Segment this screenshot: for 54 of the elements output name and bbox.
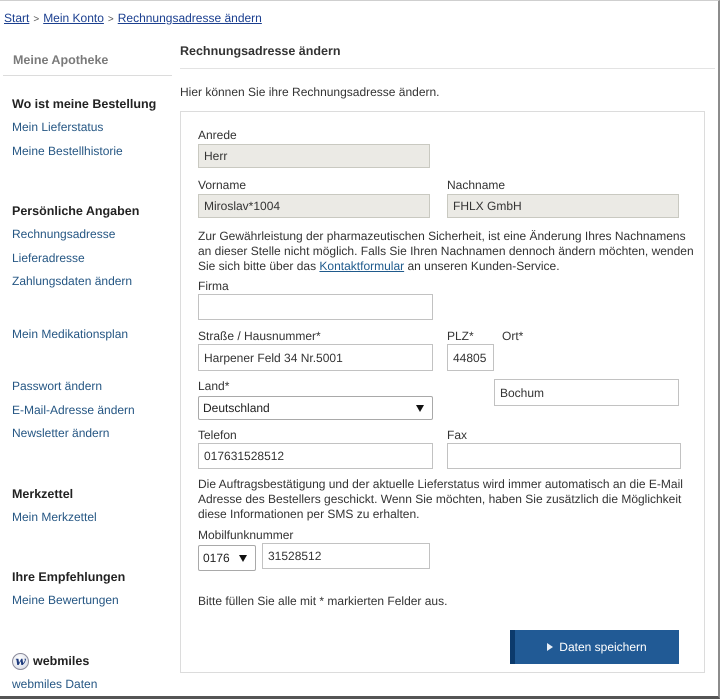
sidebar-link[interactable]: Passwort ändern <box>12 375 102 398</box>
caret-icon <box>239 554 247 562</box>
sidebar-heading: Wo ist meine Bestellung <box>12 96 158 113</box>
zip-field[interactable]: 44805 <box>447 344 494 371</box>
sidebar-link[interactable]: Lieferadresse <box>12 246 85 270</box>
sidebar-link[interactable]: Zahlungsdaten ändern <box>12 270 132 294</box>
sidebar-heading: Ihre Empfehlungen <box>12 569 126 586</box>
sidebar-link[interactable]: Mein Merkzettel <box>12 506 97 529</box>
mobile-number-field[interactable]: 31528512 <box>262 543 430 569</box>
city-field[interactable]: Bochum <box>494 379 679 406</box>
sms-notice-text: Die Auftragsbestätigung und der aktuelle Lieferstatus wird immer automatisch an die E-Mail Adresse des Bestellers geschickt. Wenn Sie möchten, haben Sie zusätzlich die Möglichkeit diese Informationen per SMS zu erhalten. <box>198 477 684 522</box>
field-label: Vorname <box>198 178 246 193</box>
breadcrumb-separator: > <box>108 13 114 27</box>
field-label: Straße / Hausnummer* <box>198 329 321 344</box>
breadcrumb-link[interactable]: Mein Konto <box>43 10 104 26</box>
sidebar-link[interactable]: webmiles Daten <box>12 672 98 696</box>
field-label: Fax <box>447 428 468 443</box>
breadcrumb-link[interactable]: Rechnungsadresse ändern <box>118 10 262 26</box>
company-field[interactable] <box>198 294 433 320</box>
field-label: Ort* <box>502 329 524 344</box>
save-button[interactable]: Daten speichern <box>510 630 679 664</box>
prefix-select[interactable]: 0176 <box>198 545 256 571</box>
play-icon <box>547 643 554 651</box>
field-label: PLZ* <box>447 329 474 344</box>
field-label: Mobilfunknummer <box>198 528 294 543</box>
breadcrumb-separator: > <box>33 13 40 27</box>
caret-icon <box>416 404 424 412</box>
field-label: Anrede <box>198 128 237 143</box>
contact-form-link[interactable]: Kontaktformular <box>319 259 404 273</box>
intro-text: Hier können Sie ihre Rechnungsadresse ändern. <box>180 84 440 100</box>
street-field[interactable]: Harpener Feld 34 Nr.5001 <box>198 344 433 371</box>
sidebar-heading: Persönliche Angaben <box>12 203 140 220</box>
fax-field[interactable] <box>447 443 681 469</box>
breadcrumb-link[interactable]: Start <box>4 10 30 26</box>
sidebar-link[interactable]: E-Mail-Adresse ändern <box>12 398 135 422</box>
sidebar-heading: webmiles <box>33 654 90 668</box>
field-label: Telefon <box>198 428 237 443</box>
sidebar-heading: Merkzettel <box>12 486 74 502</box>
field-label: Land* <box>198 379 230 394</box>
sidebar-link[interactable]: Mein Lieferstatus <box>12 116 104 140</box>
sidebar-title: Meine Apotheke <box>3 28 172 76</box>
phone-field[interactable]: 017631528512 <box>198 443 433 469</box>
name-notice-text: Zur Gewährleistung der pharmazeutischen Sicherheit, ist eine Änderung Ihres Nachnamens an dieser Stelle nicht möglich. Falls Sie Ihren Nachnamen dennoch ändern möchten, wenden Sie sich bitte über das Kontaktformular an unseren Kunden-Service. <box>198 229 695 274</box>
sidebar-link[interactable]: Newsletter ändern <box>12 422 110 446</box>
sidebar-link[interactable]: Mein Medikationsplan <box>12 322 128 346</box>
field-label: Firma <box>198 279 229 294</box>
page-title: Rechnungsadresse ändern <box>180 28 715 69</box>
logo: w <box>12 652 29 670</box>
sidebar-link[interactable]: Meine Bestellhistorie <box>12 140 123 163</box>
sidebar-link[interactable]: Meine Bewertungen <box>12 589 119 612</box>
required-fields-hint: Bitte füllen Sie alle mit * markierten Felder aus. <box>198 594 448 609</box>
field-label: Nachname <box>447 178 506 193</box>
sidebar-link[interactable]: Rechnungsadresse <box>12 223 116 246</box>
country-select[interactable]: Deutschland <box>198 396 433 420</box>
